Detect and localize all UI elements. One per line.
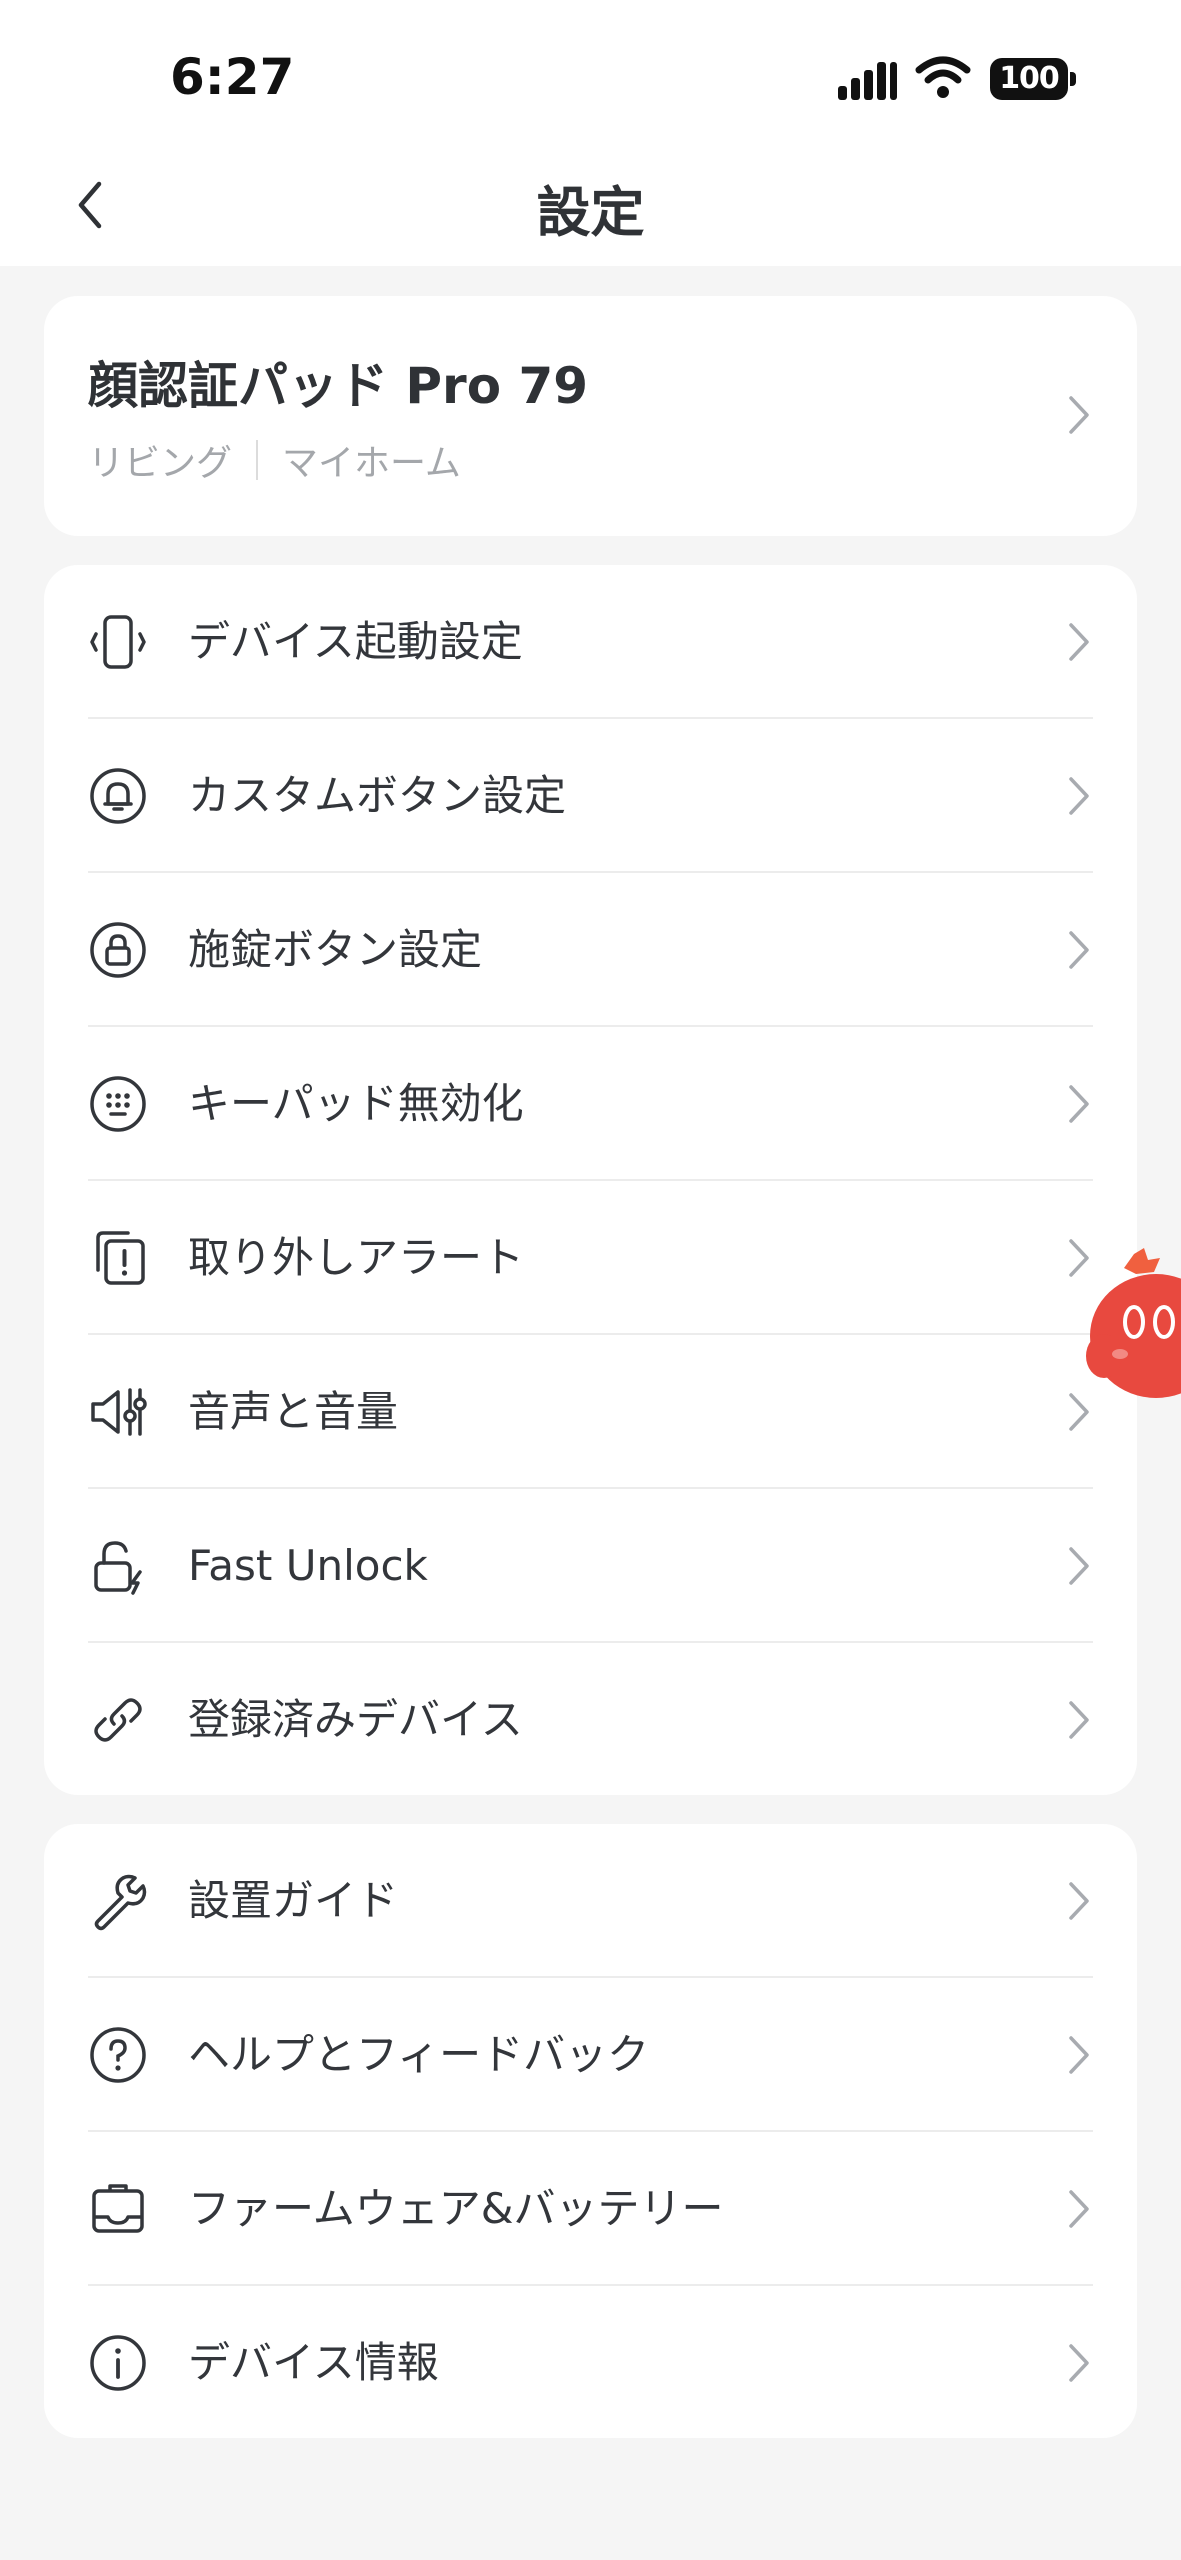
battery-indicator: 100 <box>990 58 1076 100</box>
settings-item-label: Fast Unlock <box>188 1541 428 1590</box>
device-room: リビング <box>88 443 233 484</box>
settings-item-sound-volume[interactable]: 音声と音量 <box>44 1335 1137 1489</box>
support-item-help-feedback[interactable]: ヘルプとフィードバック <box>44 1978 1137 2132</box>
tamper-alert-icon <box>96 1231 145 1285</box>
status-time: 6:27 <box>170 48 295 106</box>
support-item-label: ファームウェア&バッテリー <box>188 2184 724 2233</box>
device-home: マイホーム <box>282 443 461 484</box>
lock-button-icon <box>90 922 146 978</box>
chevron-right-icon <box>1069 777 1089 815</box>
device-card[interactable]: 顔認証パッド Pro 79 リビング マイホーム <box>44 296 1137 536</box>
wrench-icon <box>94 1874 147 1931</box>
location-separator <box>256 440 259 480</box>
speaker-volume-icon <box>91 1388 147 1436</box>
chevron-right-icon <box>1069 396 1089 434</box>
support-card: 設置ガイド ヘルプとフィードバック ファームウェア&バッテリー デバイス情報 <box>44 1824 1137 2438</box>
bell-button-icon <box>90 768 146 824</box>
settings-item-registered-devices[interactable]: 登録済みデバイス <box>44 1643 1137 1797</box>
top-bar: 6:27 100 設定 <box>0 0 1181 266</box>
fast-unlock-icon <box>94 1541 142 1595</box>
keypad-icon <box>90 1076 146 1132</box>
settings-item-tamper-alert[interactable]: 取り外しアラート <box>44 1181 1137 1335</box>
settings-item-label: 登録済みデバイス <box>188 1695 523 1744</box>
help-circle-icon <box>90 2027 146 2083</box>
settings-card: デバイス起動設定 カスタムボタン設定 施錠ボタン設定 キーパッド無効化 取り外し… <box>44 565 1137 1795</box>
settings-item-keypad-disable[interactable]: キーパッド無効化 <box>44 1027 1137 1181</box>
wifi-icon <box>915 56 971 98</box>
chevron-right-icon <box>1069 1882 1089 1920</box>
chevron-right-icon <box>1069 2344 1089 2382</box>
settings-item-device-wake[interactable]: デバイス起動設定 <box>44 565 1137 719</box>
firmware-icon <box>92 2184 144 2233</box>
chevron-right-icon <box>1069 1701 1089 1739</box>
settings-item-custom-button[interactable]: カスタムボタン設定 <box>44 719 1137 873</box>
settings-item-label: 施錠ボタン設定 <box>188 925 483 974</box>
chevron-right-icon <box>1069 931 1089 969</box>
settings-item-fast-unlock[interactable]: Fast Unlock <box>44 1489 1137 1643</box>
support-item-installation-guide[interactable]: 設置ガイド <box>44 1824 1137 1978</box>
page-title: 設定 <box>536 181 645 244</box>
chevron-right-icon <box>1069 623 1089 661</box>
chevron-right-icon <box>1069 2036 1089 2074</box>
chevron-right-icon <box>1069 1085 1089 1123</box>
support-item-device-info[interactable]: デバイス情報 <box>44 2286 1137 2440</box>
link-icon <box>94 1698 142 1742</box>
settings-item-label: デバイス起動設定 <box>188 617 523 666</box>
floating-assistant-mascot-icon[interactable] <box>1076 1246 1181 1406</box>
chevron-right-icon <box>1069 2190 1089 2228</box>
cellular-signal-icon <box>838 60 898 100</box>
settings-item-label: キーパッド無効化 <box>188 1079 524 1128</box>
support-item-firmware-battery[interactable]: ファームウェア&バッテリー <box>44 2132 1137 2286</box>
chevron-right-icon <box>1069 1547 1089 1585</box>
vibrate-phone-icon <box>90 615 146 669</box>
settings-item-lock-button[interactable]: 施錠ボタン設定 <box>44 873 1137 1027</box>
settings-item-label: 取り外しアラート <box>188 1233 525 1282</box>
settings-item-label: カスタムボタン設定 <box>188 771 567 820</box>
device-location: リビング マイホーム <box>88 434 461 486</box>
support-item-label: 設置ガイド <box>188 1876 399 1925</box>
info-circle-icon <box>90 2335 146 2391</box>
battery-level: 100 <box>990 58 1068 100</box>
settings-item-label: 音声と音量 <box>188 1387 399 1436</box>
support-item-label: デバイス情報 <box>188 2338 439 2387</box>
support-item-label: ヘルプとフィードバック <box>188 2030 650 2079</box>
device-name: 顔認証パッド Pro 79 <box>88 357 589 415</box>
